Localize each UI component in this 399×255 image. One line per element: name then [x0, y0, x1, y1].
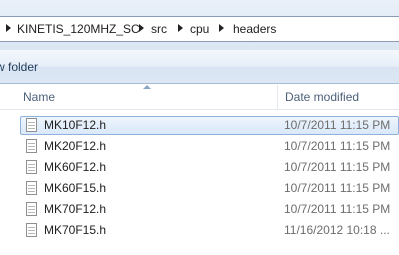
column-divider[interactable] — [277, 85, 278, 109]
file-row[interactable]: MK60F12.h 10/7/2011 11:15 PM — [20, 158, 399, 177]
file-row[interactable]: MK20F12.h 10/7/2011 11:15 PM — [20, 137, 399, 156]
sort-ascending-icon — [143, 85, 151, 89]
chevron-right-icon[interactable] — [6, 24, 11, 32]
file-name: MK10F12.h — [44, 118, 107, 132]
header-file-icon — [26, 139, 37, 153]
header-file-icon — [26, 181, 37, 195]
chevron-right-icon[interactable] — [178, 24, 183, 32]
header-file-icon — [26, 160, 37, 174]
file-date-modified: 10/7/2011 11:15 PM — [284, 139, 391, 153]
breadcrumb-item-kinetis[interactable]: KINETIS_120MHZ_SC — [17, 21, 140, 37]
file-date-modified: 10/7/2011 11:15 PM — [284, 160, 391, 174]
file-name: MK60F12.h — [44, 160, 107, 174]
header-file-icon — [26, 118, 37, 132]
header-file-icon — [26, 202, 37, 216]
breadcrumb-item-src[interactable]: src — [151, 21, 167, 37]
file-name: MK60F15.h — [44, 181, 107, 195]
file-name: MK70F12.h — [44, 202, 107, 216]
new-folder-button[interactable]: w folder — [0, 59, 38, 75]
file-name: MK20F12.h — [44, 139, 107, 153]
file-row[interactable]: MK60F15.h 10/7/2011 11:15 PM — [20, 179, 399, 198]
chevron-right-icon[interactable] — [219, 24, 224, 32]
chevron-right-icon[interactable] — [139, 24, 144, 32]
file-date-modified: 10/7/2011 11:15 PM — [284, 181, 391, 195]
breadcrumb-item-headers[interactable]: headers — [233, 21, 276, 37]
header-file-icon — [26, 223, 37, 237]
file-row[interactable]: MK10F12.h 10/7/2011 11:15 PM — [20, 116, 399, 135]
toolbar: w folder — [0, 50, 399, 84]
file-row[interactable]: MK70F12.h 10/7/2011 11:15 PM — [20, 200, 399, 219]
column-header-name[interactable]: Name — [23, 89, 55, 105]
file-name: MK70F15.h — [44, 223, 107, 237]
file-date-modified: 10/7/2011 11:15 PM — [284, 118, 391, 132]
file-date-modified: 10/7/2011 11:15 PM — [284, 202, 391, 216]
breadcrumb-item-cpu[interactable]: cpu — [190, 21, 209, 37]
file-row[interactable]: MK70F15.h 11/16/2012 10:18 ... — [20, 221, 399, 240]
column-header-date-modified[interactable]: Date modified — [285, 89, 359, 105]
file-date-modified: 11/16/2012 10:18 ... — [284, 223, 390, 237]
